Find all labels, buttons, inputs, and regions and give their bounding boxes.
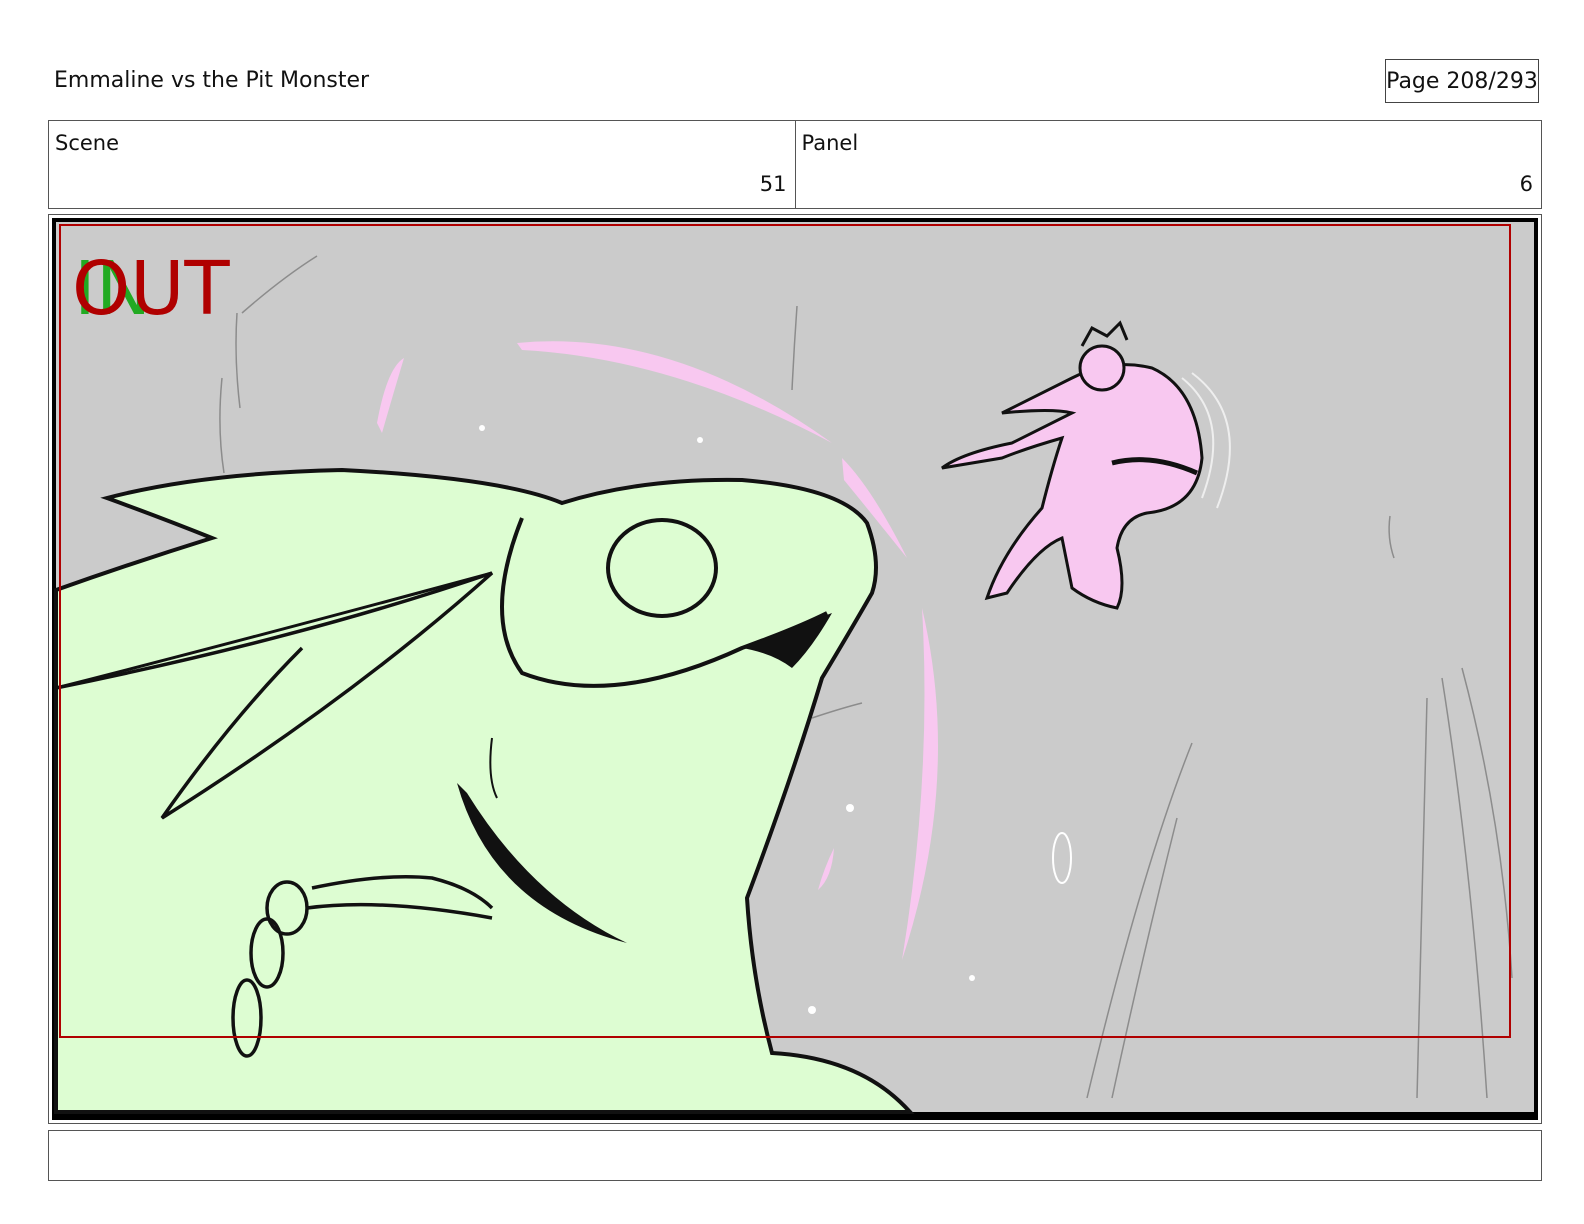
out-marker: OUT (72, 246, 230, 332)
storyboard-panel-image: IN OUT (52, 218, 1538, 1120)
panel-cell: Panel 6 (794, 121, 1542, 208)
storyboard-panel-frame: IN OUT (48, 214, 1542, 1124)
page-number: Page 208/293 (1386, 68, 1538, 94)
panel-drawing: IN OUT (54, 222, 1534, 1114)
panel-number: 6 (1519, 172, 1533, 196)
page-number-box: Page 208/293 (1385, 59, 1539, 103)
scene-panel-info-row: Scene 51 Panel 6 (48, 120, 1542, 209)
scene-label: Scene (55, 131, 120, 155)
panel-label: Panel (801, 131, 859, 155)
panel-notes-box (48, 1130, 1542, 1181)
scene-number: 51 (759, 172, 787, 196)
document-title: Emmaline vs the Pit Monster (54, 68, 370, 93)
scene-cell: Scene 51 (49, 121, 795, 208)
